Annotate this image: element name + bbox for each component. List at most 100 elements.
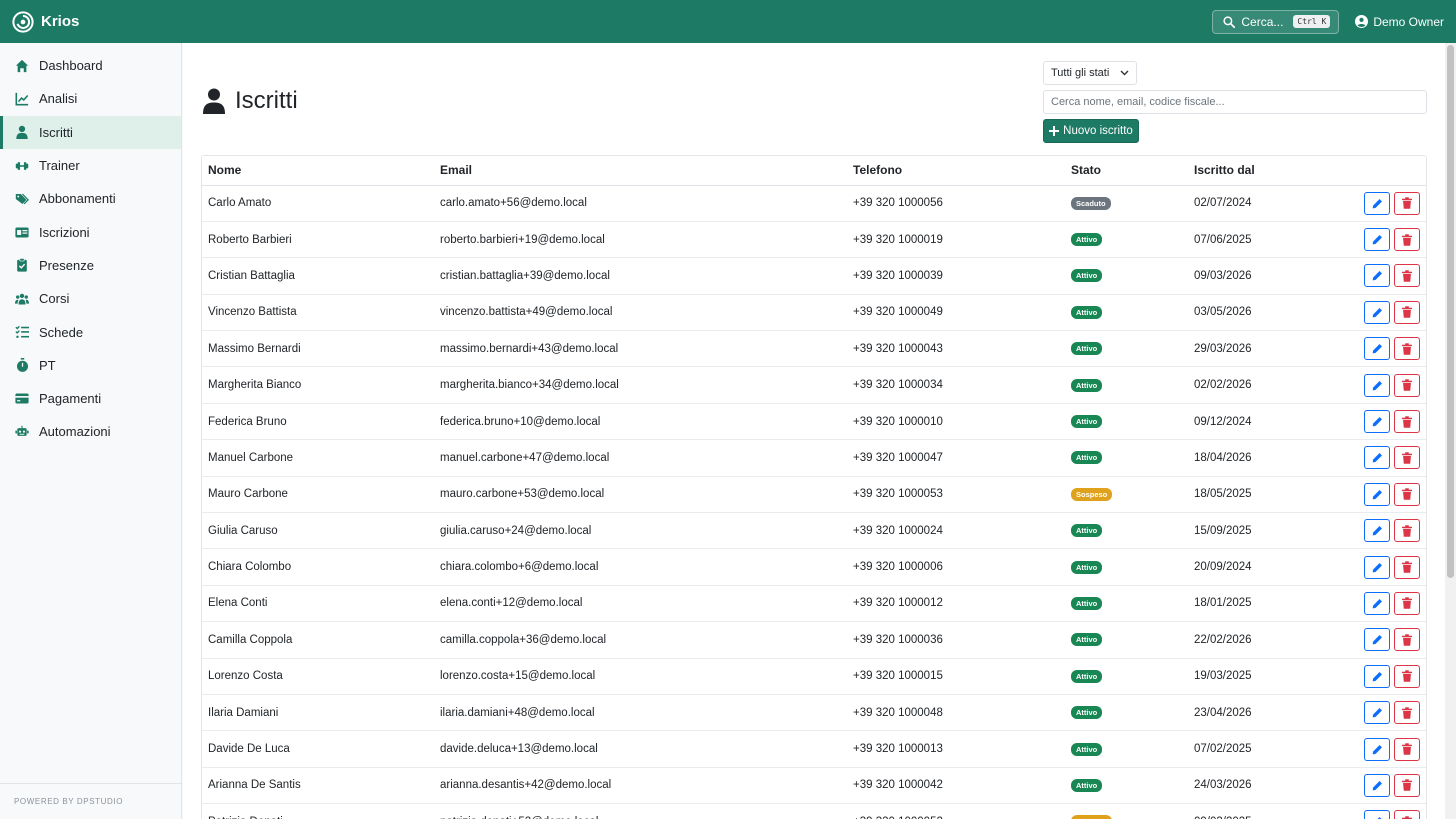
top-navbar: Krios Cerca... Ctrl K Demo Owner (0, 0, 1456, 43)
edit-button[interactable] (1364, 446, 1390, 470)
member-status-cell: Attivo (1065, 221, 1188, 259)
sidebar-item-analisi[interactable]: Analisi (0, 82, 181, 115)
edit-button[interactable] (1364, 591, 1390, 615)
member-status-cell: Attivo (1065, 730, 1188, 768)
delete-button[interactable] (1394, 773, 1420, 797)
sidebar-item-schede[interactable]: Schede (0, 315, 181, 348)
column-header-nome[interactable]: Nome (202, 156, 434, 186)
table-row[interactable]: Patrizia Donatipatrizia.donati+52@demo.l… (202, 803, 1426, 819)
table-row[interactable]: Margherita Bianco margherita.bianco+34@de… (202, 366, 1426, 404)
sidebar-item-pt[interactable]: PT (0, 349, 181, 382)
sidebar-item-trainer[interactable]: Trainer (0, 149, 181, 182)
sidebar-item-label: Corsi (39, 291, 70, 307)
table-row[interactable]: Lorenzo Costa lorenzo.costa+15@demo.local… (202, 658, 1426, 695)
column-header-email[interactable]: Email (434, 156, 847, 186)
edit-button[interactable] (1364, 228, 1390, 252)
delete-button[interactable] (1394, 810, 1420, 819)
sidebar-item-abbonamenti[interactable]: Abbonamenti (0, 182, 181, 215)
delete-button[interactable] (1394, 228, 1420, 252)
edit-button[interactable] (1364, 373, 1390, 397)
pencil-icon (1372, 707, 1383, 718)
sidebar: Dashboard Analisi Iscritti Trainer Abbonamen… (0, 43, 182, 819)
table-row[interactable]: Carlo Amato carlo.amato+56@demo.local +39 … (202, 185, 1426, 222)
member-name: Federica Bruno (202, 403, 434, 441)
sidebar-item-automazioni[interactable]: Automazioni (0, 415, 181, 448)
delete-button[interactable] (1394, 373, 1420, 397)
delete-button[interactable] (1394, 482, 1420, 506)
table-row[interactable]: Chiara Colombo chiara.colombo+6@demo.loca… (202, 548, 1426, 586)
edit-button[interactable] (1364, 482, 1390, 506)
table-row[interactable]: Elena Conti elena.conti+12@demo.local +39 … (202, 585, 1426, 623)
table-row[interactable]: Manuel Carbone manuel.carbone+47@demo.loc… (202, 439, 1426, 477)
sidebar-item-corsi[interactable]: Corsi (0, 282, 181, 315)
edit-button[interactable] (1364, 337, 1390, 361)
sidebar-item-iscritti[interactable]: Iscritti (0, 115, 181, 149)
sidebar-item-presenze[interactable]: Presenze (0, 249, 181, 282)
edit-button[interactable] (1364, 628, 1390, 652)
search-input[interactable] (1043, 90, 1427, 114)
edit-button[interactable] (1364, 810, 1390, 819)
brand[interactable]: Krios (12, 10, 79, 33)
edit-button[interactable] (1364, 519, 1390, 543)
table-row[interactable]: Roberto Barbieri roberto.barbieri+19@demo… (202, 221, 1426, 259)
sidebar-item-label: Dashboard (39, 58, 103, 74)
delete-button[interactable] (1394, 264, 1420, 288)
sidebar-item-label: Iscrizioni (39, 224, 90, 240)
delete-button[interactable] (1394, 591, 1420, 615)
pencil-icon (1372, 307, 1383, 318)
edit-button[interactable] (1364, 664, 1390, 688)
column-header-iscritto-dal[interactable]: Iscritto dal (1188, 156, 1354, 186)
table-row[interactable]: Massimo Bernardi massimo.bernardi+43@demo… (202, 330, 1426, 368)
delete-button[interactable] (1394, 337, 1420, 361)
members-table: Nome Email Telefono Stato Iscritto dal C… (202, 156, 1426, 819)
edit-button[interactable] (1364, 773, 1390, 797)
edit-button[interactable] (1364, 300, 1390, 324)
delete-button[interactable] (1394, 191, 1420, 215)
table-row[interactable]: Arianna De Santis arianna.desantis+42@dem… (202, 767, 1426, 805)
table-row[interactable]: Ilaria Damiani ilaria.damiani+48@demo.loc… (202, 694, 1426, 732)
global-search-button[interactable]: Cerca... Ctrl K (1212, 9, 1340, 34)
member-email: carlo.amato+56@demo.local (434, 185, 847, 222)
sidebar-item-label: Abbonamenti (39, 191, 116, 207)
edit-button[interactable] (1364, 737, 1390, 761)
delete-button[interactable] (1394, 737, 1420, 761)
home-icon (15, 59, 29, 73)
delete-button[interactable] (1394, 410, 1420, 434)
edit-button[interactable] (1364, 264, 1390, 288)
edit-button[interactable] (1364, 555, 1390, 579)
edit-button[interactable] (1364, 410, 1390, 434)
sidebar-item-iscrizioni[interactable]: Iscrizioni (0, 215, 181, 248)
member-name: Carlo Amato (202, 185, 434, 222)
edit-button[interactable] (1364, 701, 1390, 725)
table-row[interactable]: Davide De Luca davide.deluca+13@demo.loca… (202, 730, 1426, 768)
table-row[interactable]: Cristian Battaglia cristian.battaglia+39@… (202, 257, 1426, 295)
user-menu[interactable]: Demo Owner (1355, 15, 1444, 29)
member-joined-date: 18/04/2026 (1188, 439, 1354, 477)
delete-button[interactable] (1394, 664, 1420, 688)
trash-icon (1402, 634, 1412, 646)
delete-button[interactable] (1394, 555, 1420, 579)
member-phone: +39 320 1000042 (847, 767, 1065, 805)
delete-button[interactable] (1394, 701, 1420, 725)
sidebar-item-pagamenti[interactable]: Pagamenti (0, 382, 181, 415)
delete-button[interactable] (1394, 628, 1420, 652)
delete-button[interactable] (1394, 446, 1420, 470)
table-row[interactable]: Giulia Caruso giulia.caruso+24@demo.local… (202, 512, 1426, 550)
delete-button[interactable] (1394, 300, 1420, 324)
column-header-telefono[interactable]: Telefono (847, 156, 1065, 186)
table-row[interactable]: Mauro Carbone mauro.carbone+53@demo.local… (202, 476, 1426, 514)
table-row[interactable]: Vincenzo Battista vincenzo.battista+49@de… (202, 294, 1426, 332)
new-member-button[interactable]: Nuovo iscritto (1043, 119, 1139, 143)
table-row[interactable]: Camilla Coppola camilla.coppola+36@demo.l… (202, 621, 1426, 659)
column-header-stato[interactable]: Stato (1065, 156, 1188, 186)
page-scrollbar[interactable] (1445, 43, 1456, 819)
table-row[interactable]: Federica Bruno federica.bruno+10@demo.loc… (202, 403, 1426, 441)
row-actions (1354, 585, 1426, 623)
id-card-icon (15, 225, 29, 239)
status-badge: Attivo (1071, 742, 1103, 756)
scrollbar-thumb[interactable] (1447, 45, 1454, 578)
status-filter-select[interactable]: Tutti gli stati (1043, 61, 1137, 85)
delete-button[interactable] (1394, 519, 1420, 543)
sidebar-item-dashboard[interactable]: Dashboard (0, 49, 181, 82)
edit-button[interactable] (1364, 191, 1390, 215)
